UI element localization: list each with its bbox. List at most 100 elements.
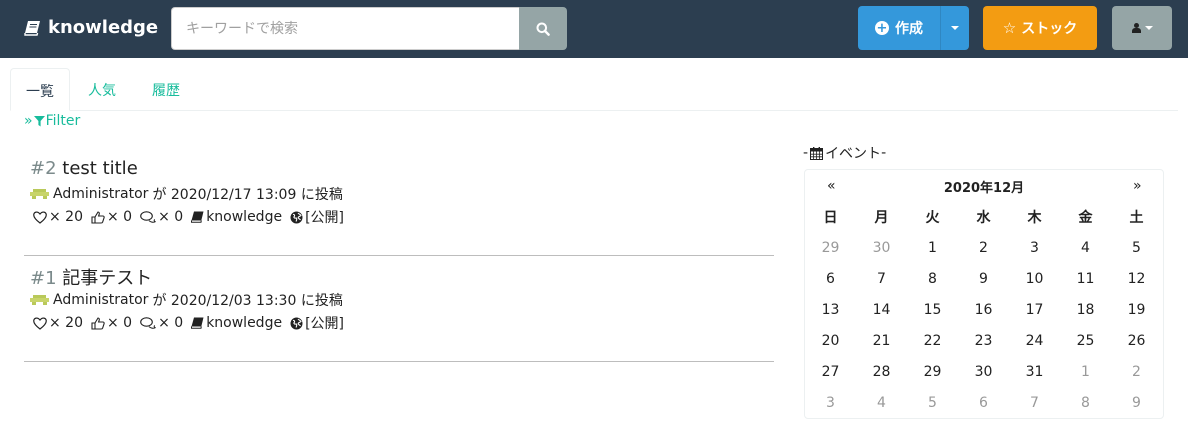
- caret-down-icon: [1144, 26, 1153, 30]
- calendar-day[interactable]: 13: [805, 294, 856, 325]
- search-icon: [536, 22, 550, 36]
- calendar-day[interactable]: 1: [907, 232, 958, 263]
- calendar-day[interactable]: 26: [1111, 325, 1162, 356]
- calendar-next-month[interactable]: »: [1133, 178, 1142, 194]
- calendar-day[interactable]: 8: [1060, 387, 1111, 418]
- thumbs-count: × 0: [91, 315, 132, 331]
- brand-link[interactable]: knowledge: [24, 17, 158, 38]
- calendar-day[interactable]: 21: [856, 325, 907, 356]
- calendar-day[interactable]: 29: [805, 232, 856, 263]
- calendar-icon: [810, 146, 824, 160]
- article-category[interactable]: knowledge: [191, 315, 282, 331]
- star-icon: ☆: [1002, 19, 1017, 37]
- calendar-day[interactable]: 19: [1111, 294, 1162, 325]
- book-icon: [24, 20, 40, 36]
- tab-list[interactable]: 一覧: [10, 68, 70, 111]
- calendar-day[interactable]: 12: [1111, 263, 1162, 294]
- calendar-day[interactable]: 27: [805, 356, 856, 387]
- calendar-day[interactable]: 25: [1060, 325, 1111, 356]
- calendar-day[interactable]: 31: [1009, 356, 1060, 387]
- calendar-day[interactable]: 20: [805, 325, 856, 356]
- article-item: #1 記事テスト Administrator が 2020/12/03 13:3…: [24, 256, 774, 362]
- calendar-weekday: 月: [874, 209, 889, 226]
- calendar-day[interactable]: 16: [958, 294, 1009, 325]
- article-title: test title: [62, 158, 138, 179]
- calendar-day[interactable]: 15: [907, 294, 958, 325]
- events-heading-label: イベント: [825, 146, 882, 162]
- create-button[interactable]: + 作成: [858, 6, 940, 50]
- tab-history[interactable]: 履歴: [137, 68, 195, 111]
- article-category[interactable]: knowledge: [191, 209, 282, 225]
- article-item: #2 test title Administrator が 2020/12/17…: [24, 150, 774, 256]
- calendar-month-title: 2020年12月: [943, 181, 1025, 196]
- filter-toggle[interactable]: » Filter: [24, 113, 80, 129]
- calendar-day[interactable]: 18: [1060, 294, 1111, 325]
- calendar-day[interactable]: 2: [1111, 356, 1162, 387]
- calendar-day[interactable]: 28: [856, 356, 907, 387]
- calendar-day[interactable]: 1: [1060, 356, 1111, 387]
- calendar-day[interactable]: 8: [907, 263, 958, 294]
- calendar-day[interactable]: 9: [1111, 387, 1162, 418]
- create-label: 作成: [895, 21, 923, 37]
- calendar-weekday: 土: [1129, 209, 1144, 226]
- comment-count: × 0: [140, 209, 183, 225]
- calendar-day[interactable]: 2: [958, 232, 1009, 263]
- stock-label: ストック: [1021, 21, 1078, 37]
- calendar-day[interactable]: 4: [1060, 232, 1111, 263]
- calendar-weekday: 火: [925, 209, 940, 226]
- filter-icon: [33, 115, 45, 126]
- calendar-day[interactable]: 24: [1009, 325, 1060, 356]
- calendar-day[interactable]: 5: [907, 387, 958, 418]
- calendar-day[interactable]: 14: [856, 294, 907, 325]
- brand-label: knowledge: [48, 17, 159, 38]
- comments-icon: [140, 210, 157, 223]
- article-posted-text: が 2020/12/03 13:30 に投稿: [152, 293, 343, 309]
- search-input[interactable]: [171, 7, 520, 50]
- article-title-link[interactable]: #1 記事テスト: [30, 264, 152, 290]
- search-button[interactable]: [519, 7, 567, 50]
- calendar-day[interactable]: 6: [805, 263, 856, 294]
- book-icon: [191, 211, 204, 223]
- article-title-link[interactable]: #2 test title: [30, 158, 138, 179]
- double-chevron-right-icon: »: [24, 113, 33, 129]
- calendar-day[interactable]: 5: [1111, 232, 1162, 263]
- calendar-day[interactable]: 10: [1009, 263, 1060, 294]
- user-icon: [1131, 23, 1141, 33]
- events-heading: - イベント -: [803, 145, 887, 162]
- article-author[interactable]: Administrator: [53, 186, 148, 202]
- calendar-day[interactable]: 17: [1009, 294, 1060, 325]
- calendar-weekday: 水: [976, 209, 991, 226]
- user-menu-button[interactable]: [1112, 6, 1172, 50]
- article-title: 記事テスト: [62, 268, 153, 289]
- calendar-day[interactable]: 3: [1009, 232, 1060, 263]
- calendar-weekday: 木: [1027, 209, 1042, 226]
- calendar-day[interactable]: 4: [856, 387, 907, 418]
- calendar-day[interactable]: 30: [958, 356, 1009, 387]
- stock-button[interactable]: ☆ ストック: [983, 6, 1097, 50]
- comments-icon: [140, 316, 157, 329]
- calendar-day[interactable]: 7: [1009, 387, 1060, 418]
- article-stats: × 20 × 0 × 0 knowledge [公開]: [33, 313, 352, 333]
- calendar-day[interactable]: 29: [907, 356, 958, 387]
- thumbs-count: × 0: [91, 209, 132, 225]
- calendar-day[interactable]: 3: [805, 387, 856, 418]
- calendar-day[interactable]: 23: [958, 325, 1009, 356]
- globe-icon: [290, 211, 303, 223]
- calendar-day[interactable]: 22: [907, 325, 958, 356]
- navbar: knowledge + 作成 ☆ ストック: [0, 0, 1188, 58]
- like-count: × 20: [33, 315, 83, 331]
- calendar-weekday: 日: [823, 209, 838, 226]
- tab-popular[interactable]: 人気: [73, 68, 131, 111]
- book-icon: [191, 317, 204, 329]
- calendar-day[interactable]: 9: [958, 263, 1009, 294]
- calendar-day[interactable]: 6: [958, 387, 1009, 418]
- event-calendar: « 2020年12月 » 日月火水木金土 29 30 1 2 3 4 5 6 7 8 9 10 11 12 1…: [804, 169, 1164, 419]
- article-author[interactable]: Administrator: [53, 292, 148, 308]
- article-posted-text: が 2020/12/17 13:09 に投稿: [152, 187, 343, 203]
- thumbs-up-icon: [91, 210, 105, 224]
- create-dropdown-toggle[interactable]: [940, 6, 969, 50]
- calendar-day[interactable]: 11: [1060, 263, 1111, 294]
- calendar-day[interactable]: 7: [856, 263, 907, 294]
- calendar-day[interactable]: 30: [856, 232, 907, 263]
- article-meta: Administrator が 2020/12/03 13:30 に投稿: [30, 290, 343, 310]
